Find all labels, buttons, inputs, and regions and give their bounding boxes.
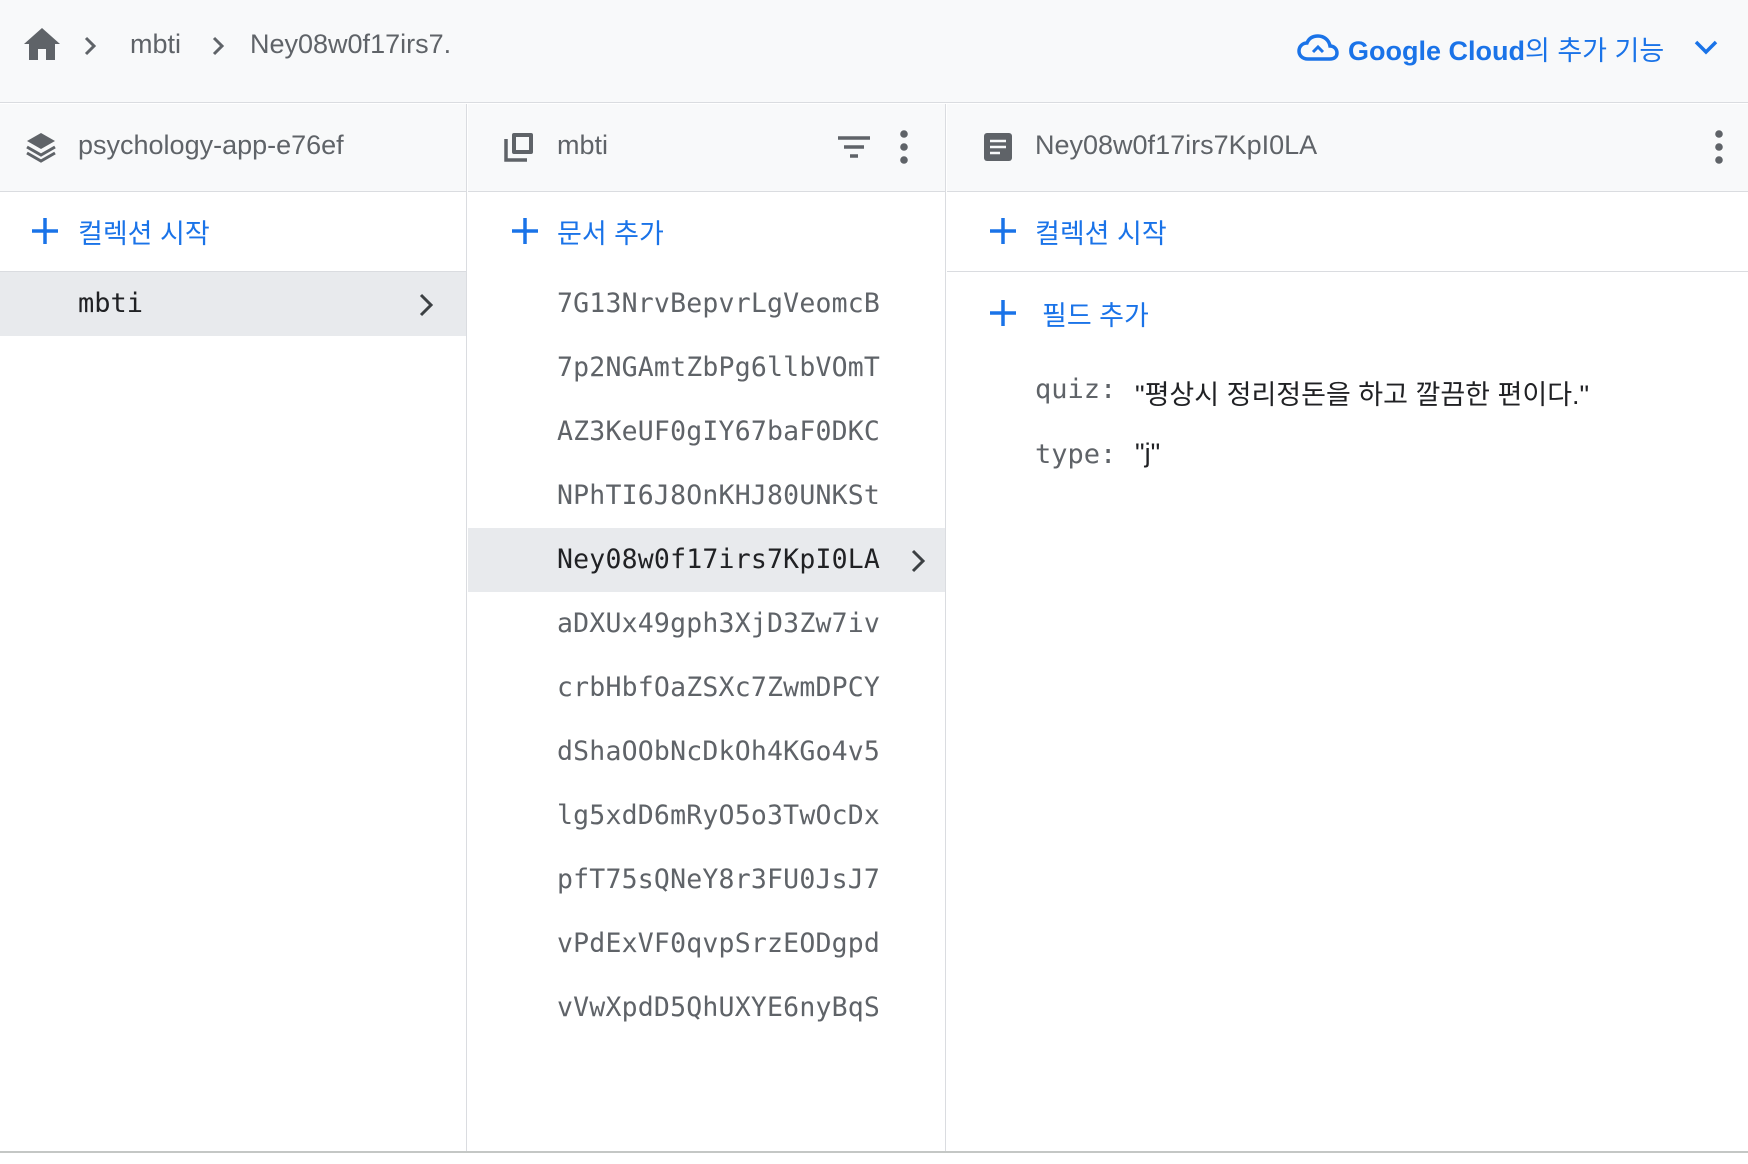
document-list-item[interactable]: vPdExVF0qvpSrzEODgpd [468,912,945,976]
field-value: "j" [1135,438,1161,468]
document-list-item[interactable]: NPhTI6J8OnKHJ80UNKSt [468,464,945,528]
document-id: lg5xdD6mRyO5o3TwOcDx [557,800,881,831]
field-value: "평상시 정리정돈을 하고 깔끔한 편이다." [1135,380,1590,410]
document-list-item[interactable]: dShaOObNcDkOh4KGo4v5 [468,720,945,784]
start-collection-label: 컬렉션 시작 [78,219,210,249]
top-bar: mbti Ney08w0f17irs7. Google Cloud의 추가 기능 [0,0,1748,103]
field-row-type[interactable]: type: "j" [947,427,1748,483]
field-key: quiz: [1035,374,1117,405]
document-list: 7G13NrvBepvrLgVeomcB 7p2NGAmtZbPg6llbVOmT… [468,272,945,1040]
chevron-right-icon [212,36,225,56]
project-panel: psychology-app-e76ef 컬렉션 시작 mbti [0,104,467,1152]
field-key: type: [1035,439,1117,470]
document-list-item[interactable]: 7p2NGAmtZbPg6llbVOmT [468,336,945,400]
field-row-quiz[interactable]: quiz: "평상시 정리정돈을 하고 깔끔한 편이다." [947,362,1748,418]
collection-icon [504,133,533,162]
home-icon[interactable] [22,26,62,62]
project-title: psychology-app-e76ef [78,130,344,160]
document-id: dShaOObNcDkOh4KGo4v5 [557,736,881,767]
document-list-item[interactable]: Ney08w0f17irs7KpI0LA [468,528,945,592]
plus-icon [990,218,1016,244]
collection-panel: mbti 문서 추가 7G13NrvBepvrLgVeomcB 7p2NGAmtZ… [468,104,946,1152]
document-panel: Ney08w0f17irs7KpI0LA 컬렉션 시작 필드 추가 quiz: … [947,104,1748,1152]
divider [947,271,1748,272]
google-cloud-rest-text: 의 추가 기능 [1524,35,1665,66]
add-field-button[interactable]: 필드 추가 [947,282,1748,342]
document-icon [984,133,1012,161]
document-list-item[interactable]: crbHbfOaZSXc7ZwmDPCY [468,656,945,720]
document-id: aDXUx49gph3XjD3Zw7iv [557,608,881,639]
breadcrumb-item-document[interactable]: Ney08w0f17irs7. [250,29,451,60]
document-list-item[interactable]: AZ3KeUF0gIY67baF0DKC [468,400,945,464]
document-id: AZ3KeUF0gIY67baF0DKC [557,416,881,447]
google-cloud-brand-text: Google Cloud [1348,35,1525,66]
document-id: 7p2NGAmtZbPg6llbVOmT [557,352,881,383]
document-id: NPhTI6J8OnKHJ80UNKSt [557,480,881,511]
breadcrumb-item-collection[interactable]: mbti [130,29,181,60]
filter-icon[interactable] [836,126,872,168]
google-cloud-label: Google Cloud의 추가 기능 [1348,29,1664,68]
plus-icon [990,300,1016,326]
start-subcollection-label: 컬렉션 시작 [1035,219,1167,249]
plus-icon [32,218,58,244]
document-list-item[interactable]: 7G13NrvBepvrLgVeomcB [468,272,945,336]
add-field-label: 필드 추가 [1042,301,1149,331]
more-vert-icon[interactable] [886,126,922,168]
document-title: Ney08w0f17irs7KpI0LA [1035,130,1318,160]
document-panel-header: Ney08w0f17irs7KpI0LA [947,104,1748,192]
google-cloud-extensions-button[interactable]: Google Cloud의 추가 기능 [1296,26,1664,70]
more-vert-icon[interactable] [1701,126,1737,168]
document-list-item[interactable]: vVwXpdD5QhUXYE6nyBqS [468,976,945,1040]
document-id: Ney08w0f17irs7KpI0LA [557,544,881,575]
project-panel-header: psychology-app-e76ef [0,104,466,192]
document-id: crbHbfOaZSXc7ZwmDPCY [557,672,881,703]
document-list-item[interactable]: lg5xdD6mRyO5o3TwOcDx [468,784,945,848]
add-document-label: 문서 추가 [557,219,664,249]
layers-icon [26,133,56,163]
chevron-down-icon[interactable] [1692,36,1720,58]
start-subcollection-button[interactable]: 컬렉션 시작 [947,200,1748,260]
document-id: pfT75sQNeY8r3FU0JsJ7 [557,864,881,895]
chevron-right-icon [419,293,434,317]
chevron-right-icon [84,36,97,56]
document-list-item[interactable]: aDXUx49gph3XjD3Zw7iv [468,592,945,656]
plus-icon [512,218,538,244]
collection-panel-header: mbti [468,104,945,192]
start-collection-button[interactable]: 컬렉션 시작 [0,200,466,260]
cloud-icon [1297,34,1339,61]
chevron-right-icon [911,549,926,573]
document-id: vVwXpdD5QhUXYE6nyBqS [557,992,881,1023]
collection-item-label: mbti [78,288,144,319]
document-id: vPdExVF0qvpSrzEODgpd [557,928,881,959]
collection-item-mbti[interactable]: mbti [0,272,466,336]
bottom-border [0,1151,1748,1153]
document-id: 7G13NrvBepvrLgVeomcB [557,288,881,319]
add-document-button[interactable]: 문서 추가 [468,200,945,260]
document-list-item[interactable]: pfT75sQNeY8r3FU0JsJ7 [468,848,945,912]
collection-title: mbti [557,130,609,160]
